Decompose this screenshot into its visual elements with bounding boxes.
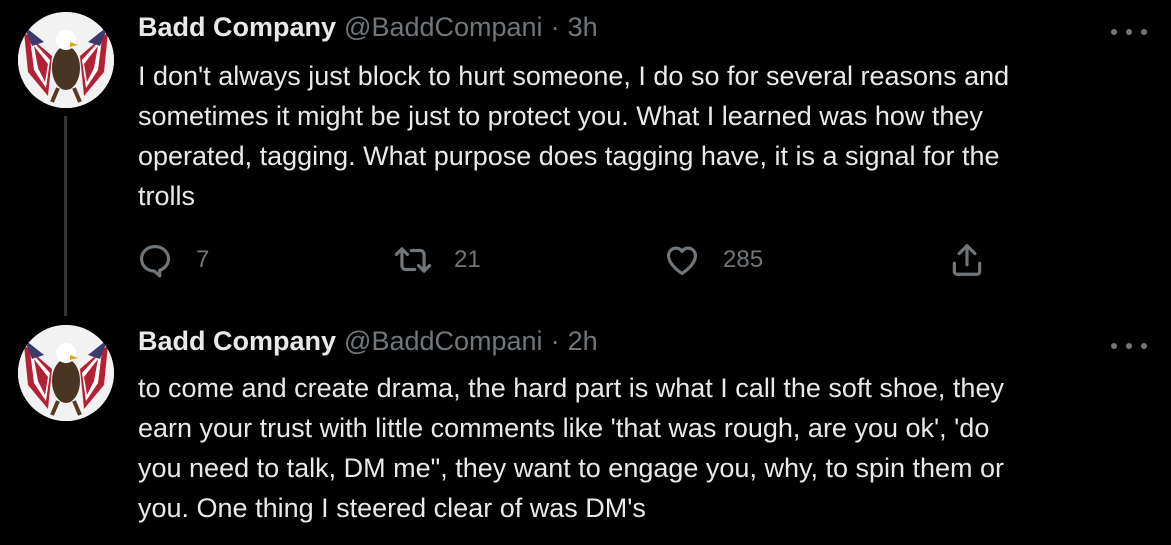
- avatar[interactable]: [18, 325, 114, 421]
- more-dot: [1141, 343, 1147, 349]
- share-button[interactable]: [948, 240, 986, 280]
- timestamp[interactable]: 3h: [568, 12, 598, 43]
- header-separator: ·: [551, 12, 560, 43]
- reply-button[interactable]: 7: [136, 240, 209, 280]
- user-handle[interactable]: @BaddCompani: [344, 12, 543, 43]
- more-dot: [1111, 29, 1117, 35]
- timestamp[interactable]: 2h: [568, 326, 598, 357]
- more-options-icon[interactable]: [1111, 334, 1147, 358]
- tweet-text: I don't always just block to hurt someon…: [138, 56, 1138, 216]
- header-separator: ·: [551, 326, 560, 357]
- retweet-icon: [394, 241, 432, 279]
- eagle-flag-avatar-icon: [18, 325, 114, 421]
- like-button[interactable]: 285: [663, 240, 763, 280]
- share-icon: [948, 241, 986, 279]
- tweet[interactable]: Badd Company @BaddCompani · 3h I don't a…: [0, 0, 1171, 300]
- heart-icon: [663, 241, 701, 279]
- tweet-actions: 7 21 285: [136, 240, 996, 280]
- more-dot: [1141, 29, 1147, 35]
- tweet[interactable]: Badd Company @BaddCompani · 2h to come a…: [0, 316, 1171, 545]
- more-dot: [1126, 343, 1132, 349]
- display-name[interactable]: Badd Company: [138, 12, 336, 43]
- more-options-icon[interactable]: [1111, 20, 1147, 44]
- reply-count: 7: [196, 246, 209, 274]
- tweet-header: Badd Company @BaddCompani · 3h: [138, 12, 598, 48]
- tweet-text: to come and create drama, the hard part …: [138, 368, 1138, 528]
- retweet-button[interactable]: 21: [394, 240, 481, 280]
- reply-icon: [136, 241, 174, 279]
- more-dot: [1111, 343, 1117, 349]
- avatar[interactable]: [18, 12, 114, 108]
- display-name[interactable]: Badd Company: [138, 326, 336, 357]
- user-handle[interactable]: @BaddCompani: [344, 326, 543, 357]
- like-count: 285: [723, 246, 763, 274]
- retweet-count: 21: [454, 246, 481, 274]
- tweet-header: Badd Company @BaddCompani · 2h: [138, 326, 598, 362]
- more-dot: [1126, 29, 1132, 35]
- eagle-flag-avatar-icon: [18, 12, 114, 108]
